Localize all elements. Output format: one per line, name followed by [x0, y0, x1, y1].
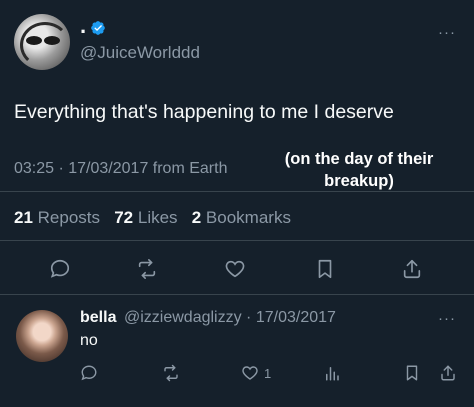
divider	[0, 294, 474, 295]
share-icon[interactable]	[401, 258, 423, 280]
annotation-line-1: (on the day of their	[284, 150, 434, 168]
reply-reply-icon[interactable]	[80, 364, 98, 382]
reply-like-count: 1	[264, 366, 272, 381]
tweet-stats: 21 Reposts 72 Likes 2 Bookmarks	[14, 208, 291, 228]
reply-handle-date[interactable]: @izziewdaglizzy · 17/03/2017	[124, 309, 336, 327]
bookmarks-stat[interactable]: 2 Bookmarks	[192, 208, 291, 227]
bookmarks-label: Bookmarks	[205, 208, 291, 227]
author-avatar[interactable]	[14, 14, 70, 70]
more-icon[interactable]: ···	[438, 24, 456, 41]
annotation-overlay: (on the day of their breakup)	[262, 148, 456, 192]
author-display-name[interactable]: .	[80, 15, 86, 37]
reply-icon[interactable]	[49, 258, 71, 280]
reply-display-name[interactable]: bella	[80, 309, 116, 327]
bookmarks-count: 2	[191, 208, 202, 227]
likes-label: Likes	[137, 208, 178, 227]
reply-more-icon[interactable]: ···	[438, 310, 456, 327]
analytics-icon[interactable]	[323, 364, 341, 382]
tweet-timestamp[interactable]: 03:25 · 17/03/2017 from Earth	[14, 160, 227, 178]
divider	[0, 240, 474, 241]
reply-bookmark-icon[interactable]	[403, 364, 421, 382]
bookmark-icon[interactable]	[314, 258, 336, 280]
reply-author-avatar[interactable]	[16, 310, 68, 362]
likes-stat[interactable]: 72 Likes	[114, 208, 177, 227]
annotation-line-2: breakup)	[324, 172, 394, 190]
reposts-stat[interactable]: 21 Reposts	[14, 208, 100, 227]
repost-icon[interactable]	[136, 258, 158, 280]
tweet-text: Everything that's happening to me I dese…	[14, 101, 394, 123]
reply-share-icon[interactable]	[439, 364, 457, 382]
reply-like-icon[interactable]	[241, 364, 259, 382]
reposts-label: Reposts	[37, 208, 101, 227]
reply-repost-icon[interactable]	[162, 364, 180, 382]
like-icon[interactable]	[224, 258, 246, 280]
reposts-count: 21	[14, 208, 33, 227]
author-handle[interactable]: @JuiceWorlddd	[80, 43, 200, 63]
verified-badge-icon	[90, 20, 106, 36]
divider	[0, 191, 474, 192]
likes-count: 72	[114, 208, 134, 227]
reply-text: no	[80, 332, 98, 349]
